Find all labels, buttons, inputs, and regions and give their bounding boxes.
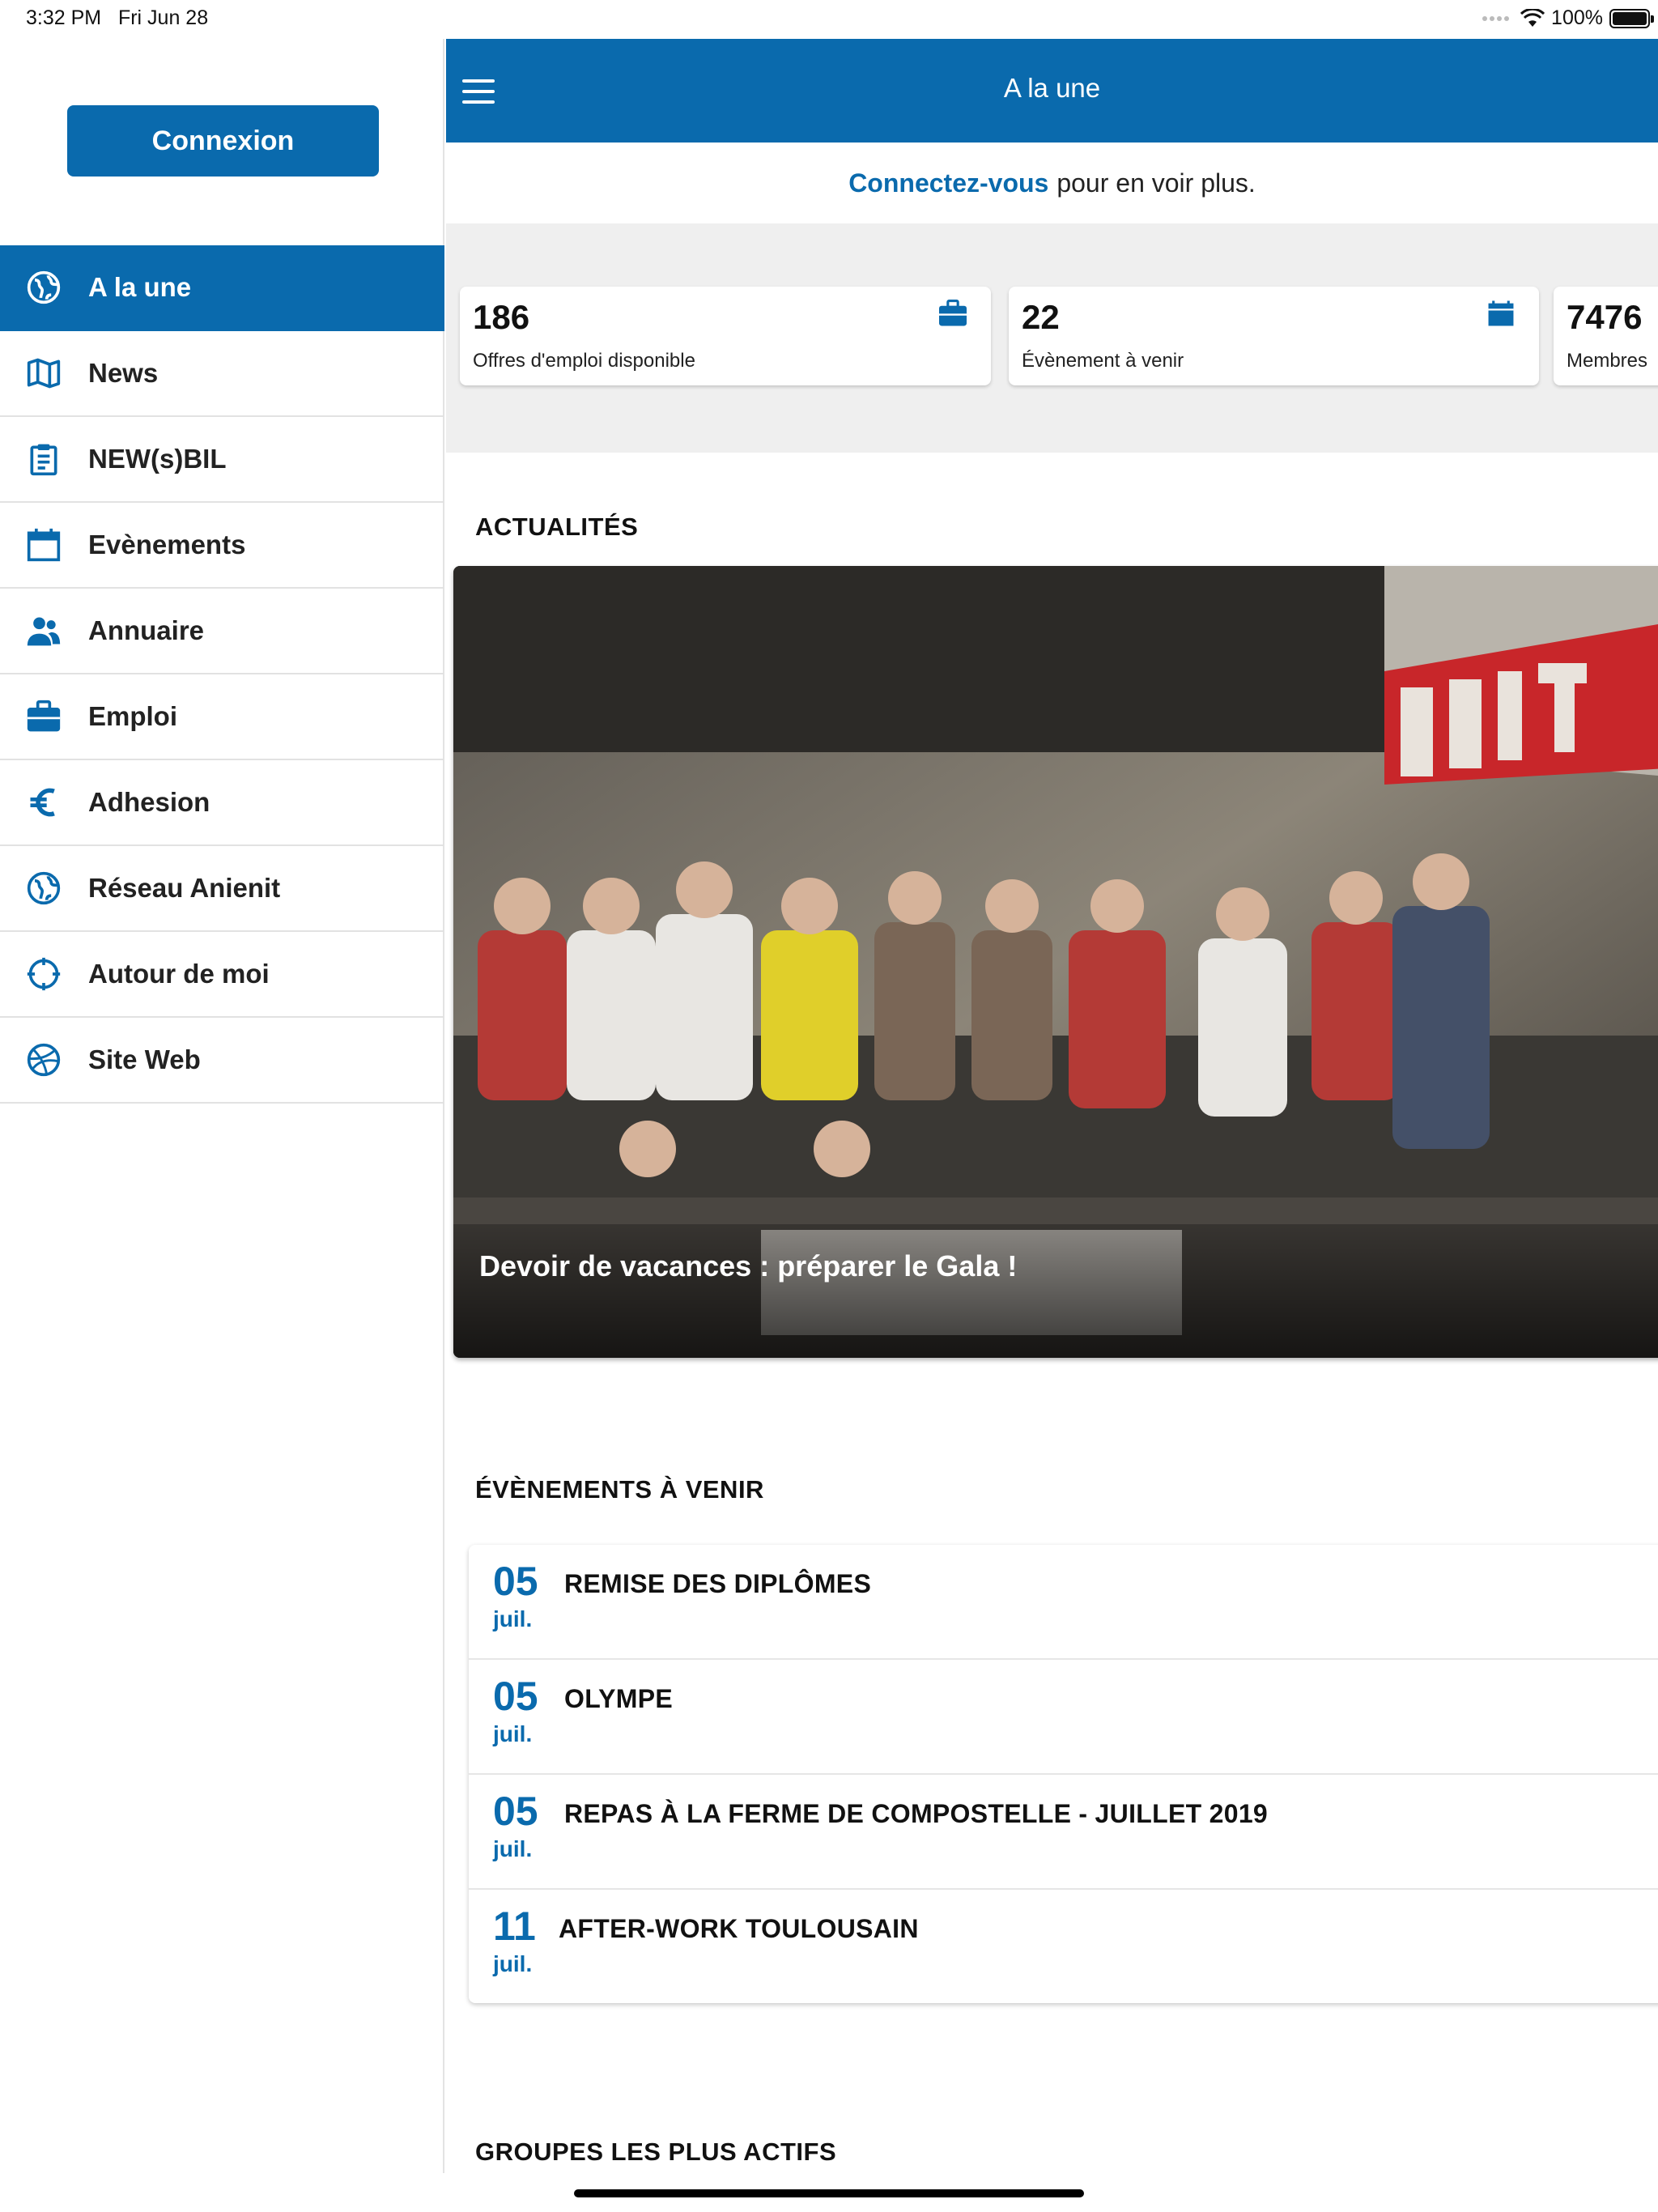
globe-icon xyxy=(22,266,66,309)
page-title: A la une xyxy=(1003,73,1101,103)
status-time: 3:32 PM Fri Jun 28 xyxy=(26,6,208,30)
sidebar-item-label: NEW(s)BIL xyxy=(88,444,227,474)
calendar-icon xyxy=(22,523,66,567)
status-date: Fri Jun 28 xyxy=(117,6,209,29)
login-button[interactable]: Connexion xyxy=(67,105,379,177)
battery-percent: 100% xyxy=(1551,6,1603,29)
globe-icon xyxy=(22,866,66,910)
euro-icon xyxy=(22,781,66,824)
stat-label: Offres d'emploi disponible xyxy=(473,350,695,372)
crosshair-icon xyxy=(22,952,66,996)
dribbble-icon xyxy=(22,1038,66,1082)
sidebar-nav: A la une News NEW(s)BIL Evènements Annua… xyxy=(0,245,444,1104)
login-prompt-text: pour en voir plus. xyxy=(1056,168,1256,198)
sidebar-item-label: News xyxy=(88,358,159,388)
status-clock: 3:32 PM xyxy=(26,6,102,29)
sidebar-item-news[interactable]: News xyxy=(0,331,444,417)
news-title: Devoir de vacances : préparer le Gala ! xyxy=(479,1249,1018,1283)
section-title-events: ÉVÈNEMENTS À VENIR xyxy=(475,1475,764,1504)
status-bar: 3:32 PM Fri Jun 28 100% xyxy=(0,0,1658,39)
wifi-icon xyxy=(1520,8,1545,27)
sidebar-item-adhesion[interactable]: Adhesion xyxy=(0,760,444,846)
sidebar-item-emploi[interactable]: Emploi xyxy=(0,674,444,760)
stat-card-members[interactable]: 7476 Membres xyxy=(1554,287,1658,385)
event-day: 05 xyxy=(493,1559,538,1604)
stat-label: Évènement à venir xyxy=(1022,350,1184,372)
sidebar-item-a-la-une[interactable]: A la une xyxy=(0,245,444,331)
events-list: 05 juil. REMISE DES DIPLÔMES 05 juil. OL… xyxy=(469,1545,1658,2003)
event-title: REPAS À LA FERME DE COMPOSTELLE - JUILLE… xyxy=(564,1799,1269,1828)
stat-label: Membres xyxy=(1567,350,1648,372)
sidebar-item-label: Réseau Anienit xyxy=(88,873,281,903)
people-icon xyxy=(22,609,66,653)
status-indicators: 100% xyxy=(1482,6,1654,30)
sidebar-item-newsbil[interactable]: NEW(s)BIL xyxy=(0,417,444,503)
home-indicator xyxy=(574,2189,1084,2197)
stats-band: 186 Offres d'emploi disponible 22 Évènem… xyxy=(446,223,1658,453)
event-row[interactable]: 05 juil. REPAS À LA FERME DE COMPOSTELLE… xyxy=(469,1775,1658,1890)
event-row[interactable]: 05 juil. REMISE DES DIPLÔMES xyxy=(469,1545,1658,1660)
event-day: 11 xyxy=(493,1904,536,1949)
cellular-signal-icon xyxy=(1482,15,1510,21)
stat-value: 7476 xyxy=(1567,298,1643,336)
event-row[interactable]: 11 juil. AFTER-WORK TOULOUSAIN xyxy=(469,1890,1658,2005)
event-title: AFTER-WORK TOULOUSAIN xyxy=(559,1914,919,1943)
stat-value: 186 xyxy=(473,298,530,336)
top-navigation-bar: A la une xyxy=(446,39,1658,143)
sidebar: Connexion A la une News NEW(s)BIL Evènem… xyxy=(0,39,444,2173)
event-month: juil. xyxy=(493,1951,533,1976)
sidebar-item-autour-de-moi[interactable]: Autour de moi xyxy=(0,932,444,1018)
briefcase-icon xyxy=(22,695,66,738)
event-row[interactable]: 05 juil. OLYMPE xyxy=(469,1660,1658,1775)
sidebar-item-label: Adhesion xyxy=(88,787,210,817)
news-card[interactable]: Devoir de vacances : préparer le Gala ! xyxy=(453,566,1658,1358)
briefcase-icon xyxy=(939,300,967,326)
stat-card-events[interactable]: 22 Évènement à venir xyxy=(1009,287,1539,385)
sidebar-item-label: Site Web xyxy=(88,1044,201,1074)
sidebar-item-label: Autour de moi xyxy=(88,959,270,989)
calendar-icon xyxy=(1488,300,1514,326)
event-title: OLYMPE xyxy=(564,1684,673,1713)
sidebar-item-annuaire[interactable]: Annuaire xyxy=(0,589,444,674)
event-day: 05 xyxy=(493,1789,538,1834)
event-month: juil. xyxy=(493,1836,533,1861)
sidebar-item-evenements[interactable]: Evènements xyxy=(0,503,444,589)
main-content: A la une Connectez-vous pour en voir plu… xyxy=(446,39,1658,2173)
sidebar-item-label: Evènements xyxy=(88,530,246,559)
sidebar-item-reseau-anienit[interactable]: Réseau Anienit xyxy=(0,846,444,932)
battery-icon xyxy=(1609,8,1654,28)
event-month: juil. xyxy=(493,1721,533,1746)
event-title: REMISE DES DIPLÔMES xyxy=(564,1569,872,1598)
sidebar-item-label: A la une xyxy=(88,272,192,302)
login-prompt: Connectez-vous pour en voir plus. xyxy=(446,143,1658,223)
stat-value: 22 xyxy=(1022,298,1060,336)
sidebar-item-label: Emploi xyxy=(88,701,178,731)
clipboard-icon xyxy=(22,437,66,481)
login-link[interactable]: Connectez-vous xyxy=(848,168,1048,198)
map-icon xyxy=(22,351,66,395)
stat-card-jobs[interactable]: 186 Offres d'emploi disponible xyxy=(460,287,991,385)
section-title-groups: GROUPES LES PLUS ACTIFS xyxy=(475,2138,837,2166)
event-month: juil. xyxy=(493,1606,533,1631)
news-overlay xyxy=(453,1224,1658,1358)
sidebar-item-label: Annuaire xyxy=(88,615,205,645)
section-title-news: ACTUALITÉS xyxy=(475,513,639,541)
event-day: 05 xyxy=(493,1674,538,1719)
sidebar-item-site-web[interactable]: Site Web xyxy=(0,1018,444,1104)
